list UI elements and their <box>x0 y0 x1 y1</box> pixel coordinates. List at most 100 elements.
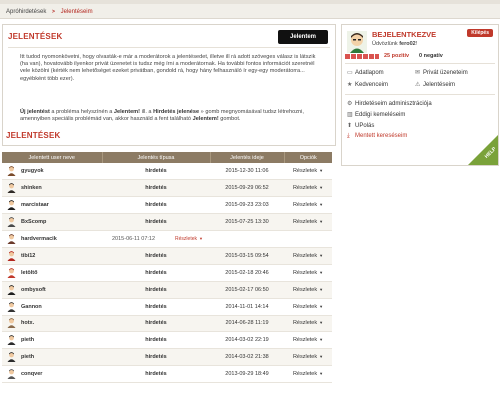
divider <box>345 63 495 64</box>
user-name[interactable]: ombysoft <box>21 287 46 293</box>
user-name[interactable]: letöltő <box>21 270 38 276</box>
my-profile-link[interactable]: ▭ Adatlapom <box>347 69 384 76</box>
private-messages-link[interactable]: ✉ Privát üzeneteim <box>415 69 468 76</box>
list-title: JELENTÉSEK <box>6 131 61 140</box>
chevron-down-icon: ▼ <box>319 252 324 258</box>
table-row: hardvermacik 2015-06-11 07:12 Részletek ▼ <box>2 230 332 248</box>
positive-count[interactable]: 25 pozitív <box>384 53 409 59</box>
report-date: 2013-09-29 18:49 <box>210 365 284 384</box>
user-name[interactable]: Gannon <box>21 304 42 310</box>
details-link[interactable]: Részletek ▼ <box>284 213 332 232</box>
rating: 25 pozitív 0 negatív <box>345 53 485 59</box>
upolas-link[interactable]: ⬆ UPolás <box>347 122 374 129</box>
details-link[interactable]: Részletek ▼ <box>284 264 332 282</box>
my-reports-link[interactable]: ⚠ Jelentéseim <box>415 81 455 88</box>
chevron-down-icon: ▼ <box>319 286 324 292</box>
user-name[interactable]: tibi12 <box>21 253 35 259</box>
table-row: BxScomp hirdetés 2015-07-25 13:30 Részletek… <box>2 213 332 232</box>
favorites-link[interactable]: ★ Kedvenceim <box>347 81 388 88</box>
table-row: conqver hirdetés 2013-09-29 18:49 Részletek… <box>2 365 332 384</box>
saved-searches-link[interactable]: ⤓ Mentett kereséseim <box>347 133 407 140</box>
divider <box>8 47 330 48</box>
download-icon: ⤓ <box>347 133 350 139</box>
report-type: hirdetés <box>102 298 210 316</box>
avatar[interactable] <box>347 31 367 53</box>
details-link[interactable]: Részletek ▼ <box>284 163 332 181</box>
negative-count[interactable]: 0 negatív <box>419 53 443 59</box>
column-header-user[interactable]: Jelentett user neve <box>2 152 103 163</box>
details-link[interactable]: Részletek ▼ <box>284 298 332 316</box>
ads-admin-link[interactable]: ⚙ Hirdetéseim adminisztrációja <box>347 100 432 107</box>
user-name[interactable]: pieth <box>21 354 34 360</box>
user-name[interactable]: marcistaar <box>21 202 49 208</box>
chart-icon: ▥ <box>347 112 353 118</box>
user-avatar-icon[interactable] <box>7 166 16 177</box>
info-paragraph: Itt tudod nyomonkövetni, hogy olvasták-e… <box>20 54 316 82</box>
details-link[interactable]: Részletek ▼ <box>284 348 332 367</box>
user-avatar-icon[interactable] <box>7 301 16 312</box>
table-row: marcistaar hirdetés 2015-09-23 23:03 Részle… <box>2 196 332 215</box>
user-avatar-icon[interactable] <box>7 318 16 329</box>
table-row: pieth hirdetés 2014-03-02 21:38 Részletek ▼ <box>2 348 332 367</box>
report-date: 2014-03-02 22:19 <box>210 331 284 350</box>
user-cell: hardvermacik <box>2 230 102 248</box>
details-link[interactable]: Részletek ▼ <box>284 179 332 198</box>
user-cell: hotx. <box>2 315 102 333</box>
user-avatar-icon[interactable] <box>7 267 16 278</box>
report-date: 2015-02-18 20:46 <box>210 264 284 282</box>
breadcrumb: Apróhirdetések > Jelentéseim <box>0 4 500 19</box>
user-avatar-icon[interactable] <box>7 251 16 261</box>
id-card-icon: ▭ <box>347 70 353 76</box>
user-cell: conqver <box>2 365 102 384</box>
user-cell: tibi12 <box>2 247 102 265</box>
chevron-down-icon: ▼ <box>319 219 324 225</box>
welcome-text: Üdvözlünk fero02! <box>372 41 418 47</box>
user-avatar-icon[interactable] <box>7 369 16 380</box>
user-name[interactable]: hotx. <box>21 320 34 326</box>
info-title: JELENTÉSEK <box>8 32 63 41</box>
chevron-down-icon: ▼ <box>319 320 324 326</box>
user-avatar-icon[interactable] <box>7 183 16 194</box>
chevron-down-icon: ▼ <box>198 236 203 241</box>
report-type: hirdetés <box>102 348 210 367</box>
user-name[interactable]: hardvermacik <box>21 236 57 242</box>
details-link[interactable]: Részletek ▼ <box>284 315 332 333</box>
report-date: 2015-09-29 06:52 <box>210 179 284 198</box>
user-avatar-icon[interactable] <box>7 217 16 228</box>
username: fero02 <box>399 41 416 47</box>
details-cell: 2015-06-11 07:12 Részletek ▼ <box>102 230 332 248</box>
chevron-down-icon: ▼ <box>319 337 324 343</box>
user-avatar-icon[interactable] <box>7 234 16 244</box>
chevron-down-icon: ▼ <box>319 371 324 377</box>
user-cell: pieth <box>2 331 102 350</box>
report-button[interactable]: Jelentem <box>278 30 328 44</box>
gear-icon: ⚙ <box>347 101 353 107</box>
user-cell: shinken <box>2 179 102 198</box>
report-type: hirdetés <box>102 315 210 333</box>
report-type: hirdetés <box>102 247 210 265</box>
user-cell: letöltő <box>2 264 102 282</box>
column-header-type[interactable]: Jelentés típusa <box>102 152 211 163</box>
logout-button[interactable]: Kilépés <box>467 29 493 37</box>
details-link[interactable]: Részletek ▼ <box>284 365 332 384</box>
user-name[interactable]: BxScomp <box>21 219 46 225</box>
details-link[interactable]: Részletek ▼ <box>284 196 332 215</box>
details-link[interactable]: Részletek ▼ <box>284 247 332 265</box>
user-cell: Gannon <box>2 298 102 316</box>
wins-link[interactable]: ▥ Eddigi kemeléseim <box>347 111 405 118</box>
column-header-date[interactable]: Jelentés ideje <box>210 152 285 163</box>
user-name[interactable]: conqver <box>21 371 42 377</box>
user-avatar-icon[interactable] <box>7 200 16 211</box>
user-avatar-icon[interactable] <box>7 352 16 363</box>
breadcrumb-home[interactable]: Apróhirdetések <box>6 9 46 15</box>
details-link[interactable]: Részletek ▼ <box>284 331 332 350</box>
table-row: letöltő hirdetés 2015-02-18 20:46 Részletek… <box>2 264 332 282</box>
details-link[interactable]: Részletek ▼ <box>284 281 332 299</box>
user-avatar-icon[interactable] <box>7 335 16 346</box>
user-name[interactable]: shinken <box>21 185 42 191</box>
user-name[interactable]: gyugyok <box>21 168 44 174</box>
details-link[interactable]: Részletek ▼ <box>175 236 203 242</box>
user-avatar-icon[interactable] <box>7 284 16 295</box>
report-date: 2015-12-30 11:06 <box>210 163 284 181</box>
user-name[interactable]: pieth <box>21 337 34 343</box>
